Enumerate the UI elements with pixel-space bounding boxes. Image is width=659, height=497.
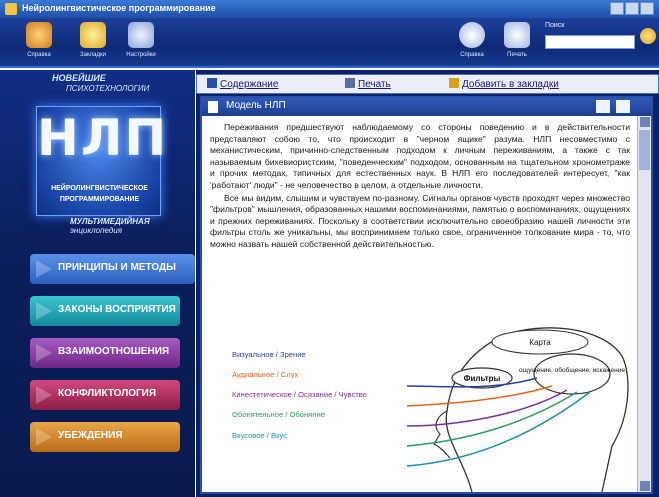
- map-label: Карта: [529, 338, 551, 347]
- kinesthetic-arrow: [406, 389, 568, 427]
- minimize-button[interactable]: [610, 2, 624, 15]
- chevron-right-icon: [36, 302, 52, 320]
- settings-icon: [128, 22, 154, 48]
- toolbar-home-button[interactable]: Справка: [14, 22, 64, 58]
- add-bookmark-link[interactable]: Добавить в закладки: [449, 78, 559, 90]
- close-button[interactable]: [640, 2, 654, 15]
- globe-icon: [459, 22, 485, 48]
- auditory-arrow: [406, 385, 553, 407]
- bookmark-icon: [449, 78, 459, 88]
- logo-line-2: ПРОГРАММИРОВАНИЕ: [59, 196, 140, 203]
- legend-visual: Визуальное / Зрение: [232, 350, 306, 359]
- maximize-button[interactable]: [625, 2, 639, 15]
- document-title: Модель НЛП: [226, 100, 286, 111]
- logo-line-1: НЕЙРОЛИНГВИСТИЧЕСКОЕ: [51, 185, 148, 192]
- search-area: Поиск: [545, 22, 635, 49]
- legend-auditory: Аудиальное / Слух: [232, 370, 299, 379]
- nlp-logo: НЛП НЕЙРОЛИНГВИСТИЧЕСКОЕ ПРОГРАММИРОВАНИ…: [36, 106, 169, 216]
- scroll-thumb[interactable]: [639, 130, 650, 170]
- star-icon: [80, 22, 106, 48]
- paragraph-2: Все мы видим, слышим и чувствуем по-разн…: [210, 192, 630, 249]
- legend-olfactory: Обонятельное / Обоняние: [232, 410, 325, 419]
- logo-title: НЛП: [37, 109, 169, 167]
- brand-sub: ПСИХОТЕХНОЛОГИИ: [66, 84, 150, 93]
- nav-beliefs[interactable]: УБЕЖДЕНИЯ: [30, 422, 180, 452]
- chevron-right-icon: [36, 344, 52, 362]
- printer-icon: [504, 22, 530, 48]
- window-titlebar: Нейролингвистическое программирование: [0, 0, 659, 18]
- legend-kinesthetic: Кинестетическое / Осязание / Чувство: [232, 390, 367, 399]
- home-icon: [26, 22, 52, 48]
- nav-perception-laws[interactable]: ЗАКОНЫ ВОСПРИЯТИЯ: [30, 296, 180, 326]
- scroll-down-icon[interactable]: [640, 481, 650, 491]
- toolbar: Справка Закладки Настройки Справка Печат…: [0, 18, 659, 68]
- prev-page-icon[interactable]: [596, 100, 610, 113]
- toolbar-bookmarks-button[interactable]: Закладки: [68, 22, 118, 58]
- chevron-right-icon: [36, 428, 52, 446]
- document-scrollbar[interactable]: [637, 116, 651, 492]
- printer-icon: [345, 78, 355, 88]
- search-label: Поиск: [545, 22, 565, 29]
- print-link[interactable]: Печать: [345, 78, 391, 90]
- head-diagram: Карта Фильтры ощущение, обобщение, искаж…: [406, 327, 629, 492]
- document-text: Переживания предшествуют наблюдаемому со…: [210, 122, 630, 252]
- nav-relationships[interactable]: ВЗАИМООТНОШЕНИЯ: [30, 338, 180, 368]
- contents-icon: [207, 78, 217, 88]
- encyclopedia-label: энциклопедия: [70, 226, 123, 235]
- contents-link[interactable]: Содержание: [207, 78, 278, 90]
- brand-top: НОВЕЙШИЕ: [52, 73, 106, 83]
- main-area: Содержание Печать Добавить в закладки Мо…: [196, 70, 659, 497]
- gustatory-arrow: [406, 391, 591, 467]
- filters-label: Фильтры: [464, 374, 501, 383]
- scroll-up-icon[interactable]: [640, 117, 650, 127]
- legend-gustatory: Вкусовое / Вкус: [232, 431, 287, 440]
- chevron-right-icon: [36, 260, 52, 278]
- face-profile: [433, 410, 451, 459]
- toolbar-help-button[interactable]: Справка: [447, 22, 497, 58]
- link-bar: Содержание Печать Добавить в закладки: [196, 74, 659, 94]
- nav-principles-methods[interactable]: ПРИНЦИПЫ И МЕТОДЫ: [30, 254, 195, 284]
- window-title: Нейролингвистическое программирование: [22, 3, 216, 13]
- toolbar-print-button[interactable]: Печать: [492, 22, 542, 58]
- experience-label: ощущение, обобщение, искажение: [519, 366, 625, 374]
- chevron-right-icon: [36, 386, 52, 404]
- toolbar-settings-button[interactable]: Настройки: [116, 22, 166, 58]
- nav-conflictology[interactable]: КОНФЛИКТОЛОГИЯ: [30, 380, 180, 410]
- paragraph-1: Переживания предшествуют наблюдаемому со…: [210, 122, 630, 190]
- search-go-icon[interactable]: [640, 28, 656, 44]
- next-page-icon[interactable]: [616, 100, 630, 113]
- document-header: Модель НЛП: [202, 98, 651, 116]
- app-icon: [5, 3, 17, 15]
- left-panel: НОВЕЙШИЕ ПСИХОТЕХНОЛОГИИ НЛП НЕЙРОЛИНГВИ…: [0, 70, 195, 497]
- document-frame: Модель НЛП Переживания предшествуют набл…: [200, 96, 653, 494]
- document-icon: [208, 101, 218, 113]
- search-input[interactable]: [545, 34, 635, 49]
- multimedia-label: МУЛЬТИМЕДИЙНАЯ: [70, 217, 150, 226]
